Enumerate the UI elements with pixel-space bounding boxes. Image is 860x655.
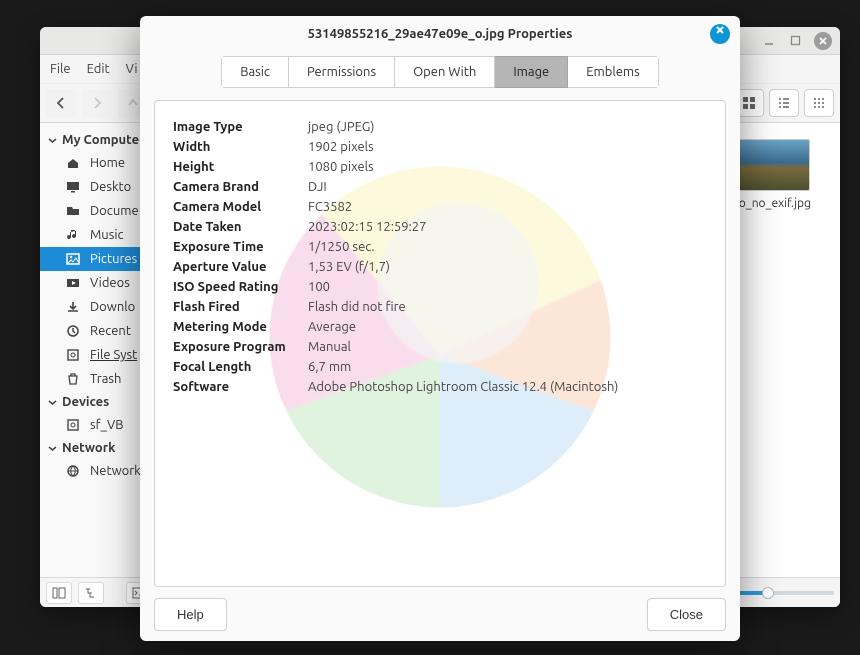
view-list-button[interactable] (769, 89, 799, 117)
property-key: Software (173, 380, 308, 394)
sidebar-item-label: Recent (90, 324, 131, 338)
dialog-close-button[interactable] (710, 24, 730, 44)
property-row: Height1080 pixels (173, 157, 707, 177)
property-key: Focal Length (173, 360, 308, 374)
close-button[interactable]: Close (647, 598, 726, 631)
globe-icon (66, 464, 82, 478)
dialog-title: 53149855216_29ae47e09e_o.jpg Properties (308, 27, 573, 41)
dialog-titlebar: 53149855216_29ae47e09e_o.jpg Properties (140, 16, 740, 52)
recent-icon (66, 324, 82, 338)
tab-open-with[interactable]: Open With (395, 56, 495, 88)
property-value: Average (308, 320, 707, 334)
property-value: Flash did not fire (308, 300, 707, 314)
property-row: Camera BrandDJI (173, 177, 707, 197)
image-thumbnail (728, 139, 810, 191)
disk-icon (66, 348, 82, 362)
property-key: Image Type (173, 120, 308, 134)
property-value: 100 (308, 280, 707, 294)
chevron-down-icon (48, 398, 58, 407)
download-icon (66, 300, 82, 314)
property-value: Adobe Photoshop Lightroom Classic 12.4 (… (308, 380, 707, 394)
property-row: Flash FiredFlash did not fire (173, 297, 707, 317)
property-value: FC3582 (308, 200, 707, 214)
dialog-tabs: BasicPermissionsOpen WithImageEmblems (140, 52, 740, 100)
property-value: Manual (308, 340, 707, 354)
menu-view[interactable]: Vi (126, 62, 138, 76)
menu-file[interactable]: File (50, 62, 71, 76)
property-value: 1,53 EV (f/1,7) (308, 260, 707, 274)
property-row: Date Taken2023:02:15 12:59:27 (173, 217, 707, 237)
image-properties-table: Image Typejpeg (JPEG)Width1902 pixelsHei… (155, 101, 725, 413)
music-icon (66, 228, 82, 242)
property-key: Metering Mode (173, 320, 308, 334)
sidebar-item-label: sf_VB (90, 418, 124, 432)
property-value: DJI (308, 180, 707, 194)
maximize-button[interactable] (788, 34, 802, 48)
trash-icon (66, 372, 82, 386)
property-value: 6,7 mm (308, 360, 707, 374)
property-value: 2023:02:15 12:59:27 (308, 220, 707, 234)
property-key: Height (173, 160, 308, 174)
home-icon (66, 156, 82, 170)
sidebar-item-label: Trash (90, 372, 121, 386)
chevron-down-icon (48, 444, 58, 453)
property-row: ISO Speed Rating100 (173, 277, 707, 297)
properties-dialog: 53149855216_29ae47e09e_o.jpg Properties … (140, 16, 740, 641)
sidebar-item-label: Docume (90, 204, 139, 218)
help-button[interactable]: Help (154, 598, 227, 631)
chevron-down-icon (48, 136, 58, 145)
video-icon (66, 276, 82, 290)
property-key: Exposure Program (173, 340, 308, 354)
sidebar-item-label: Network (90, 464, 141, 478)
sidebar-item-label: Home (90, 156, 125, 170)
sidebar-item-label: Downlo (90, 300, 135, 314)
sidebar-item-label: File Syst (90, 348, 137, 362)
menu-edit[interactable]: Edit (87, 62, 110, 76)
property-row: Exposure Time1/1250 sec. (173, 237, 707, 257)
view-compact-button[interactable] (804, 89, 834, 117)
property-row: Image Typejpeg (JPEG) (173, 117, 707, 137)
toggle-places-button[interactable] (46, 582, 72, 604)
folder-icon (66, 204, 82, 218)
property-key: Aperture Value (173, 260, 308, 274)
sidebar-item-label: Videos (90, 276, 130, 290)
desktop-icon (66, 180, 82, 194)
property-row: Width1902 pixels (173, 137, 707, 157)
zoom-slider[interactable] (724, 591, 834, 595)
tab-basic[interactable]: Basic (221, 56, 289, 88)
nav-back-button[interactable] (46, 89, 76, 117)
property-key: Width (173, 140, 308, 154)
disk-icon (66, 418, 82, 432)
sidebar-item-label: Deskto (90, 180, 131, 194)
property-key: Date Taken (173, 220, 308, 234)
property-value: jpeg (JPEG) (308, 120, 707, 134)
sidebar-item-label: Music (90, 228, 124, 242)
tab-permissions[interactable]: Permissions (289, 56, 395, 88)
property-value: 1902 pixels (308, 140, 707, 154)
picture-icon (66, 252, 82, 266)
property-row: SoftwareAdobe Photoshop Lightroom Classi… (173, 377, 707, 397)
tab-image[interactable]: Image (495, 56, 568, 88)
property-key: Exposure Time (173, 240, 308, 254)
toggle-tree-button[interactable] (78, 582, 104, 604)
property-key: Camera Model (173, 200, 308, 214)
property-row: Exposure ProgramManual (173, 337, 707, 357)
property-row: Aperture Value1,53 EV (f/1,7) (173, 257, 707, 277)
property-key: Flash Fired (173, 300, 308, 314)
property-key: Camera Brand (173, 180, 308, 194)
property-row: Camera ModelFC3582 (173, 197, 707, 217)
property-row: Focal Length6,7 mm (173, 357, 707, 377)
minimize-button[interactable] (762, 34, 776, 48)
nav-forward-button[interactable] (82, 89, 112, 117)
property-key: ISO Speed Rating (173, 280, 308, 294)
property-row: Metering ModeAverage (173, 317, 707, 337)
property-value: 1/1250 sec. (308, 240, 707, 254)
property-value: 1080 pixels (308, 160, 707, 174)
tab-emblems[interactable]: Emblems (568, 56, 659, 88)
dialog-footer: Help Close (140, 587, 740, 641)
sidebar-item-label: Pictures (90, 252, 137, 266)
dialog-content: Image Typejpeg (JPEG)Width1902 pixelsHei… (154, 100, 726, 587)
fm-close-button[interactable] (814, 32, 832, 50)
